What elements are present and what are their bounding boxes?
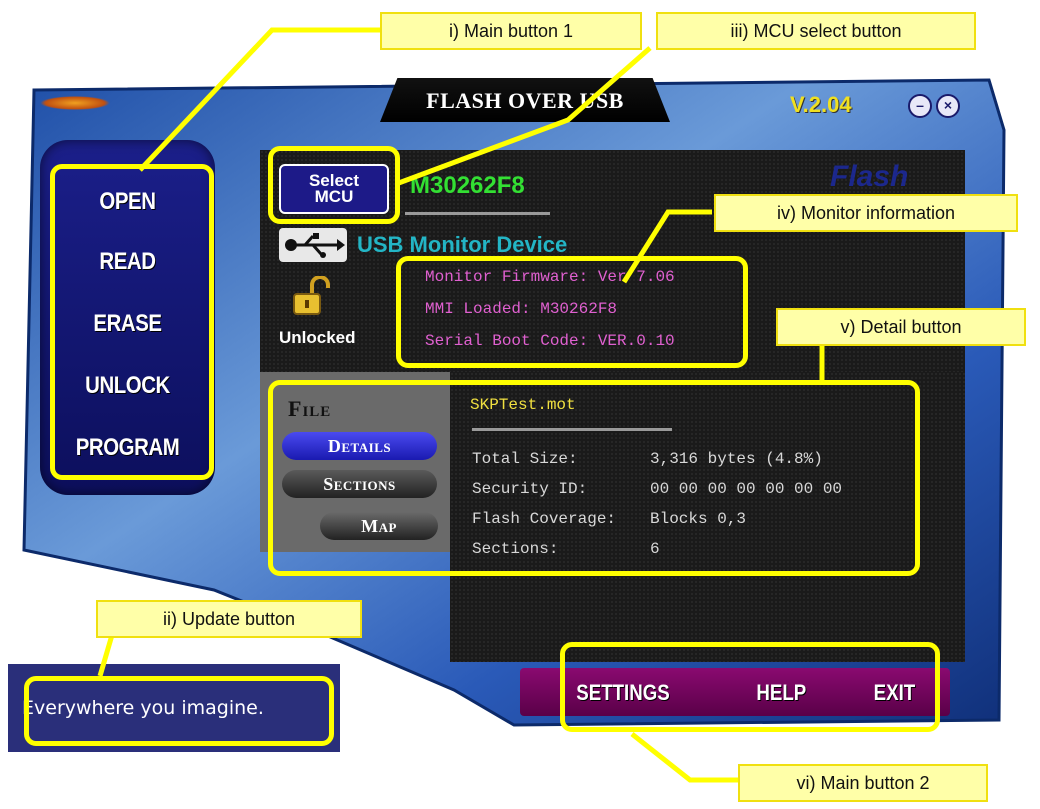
highlight-mcu-select: [268, 146, 400, 224]
divider: [405, 212, 550, 215]
lock-status: Unlocked: [279, 328, 356, 347]
callout-main-button-1: i) Main button 1: [380, 12, 642, 50]
highlight-update: [24, 676, 334, 746]
highlight-detail: [268, 380, 920, 576]
callout-mcu-select: iii) MCU select button: [656, 12, 976, 50]
usb-device-label: USB Monitor Device: [357, 232, 568, 257]
padlock-open-icon: [290, 275, 332, 316]
callout-monitor-info: iv) Monitor information: [714, 194, 1018, 232]
highlight-bottom-buttons: [560, 642, 940, 732]
callout-update-button: ii) Update button: [96, 600, 362, 638]
minimize-icon[interactable]: –: [908, 94, 932, 118]
usb-icon: [279, 228, 347, 262]
callout-main-button-2: vi) Main button 2: [738, 764, 988, 802]
version-label: V.2.04: [790, 92, 852, 117]
flash-watermark: Flash: [830, 160, 909, 193]
callout-detail-button: v) Detail button: [776, 308, 1026, 346]
close-icon[interactable]: ×: [936, 94, 960, 118]
app-title: Flash Over USB: [426, 88, 624, 113]
mcu-name: M30262F8: [410, 172, 525, 199]
logo-icon: [40, 96, 110, 110]
highlight-main-buttons: [50, 164, 214, 480]
highlight-monitor-info: [396, 256, 748, 368]
